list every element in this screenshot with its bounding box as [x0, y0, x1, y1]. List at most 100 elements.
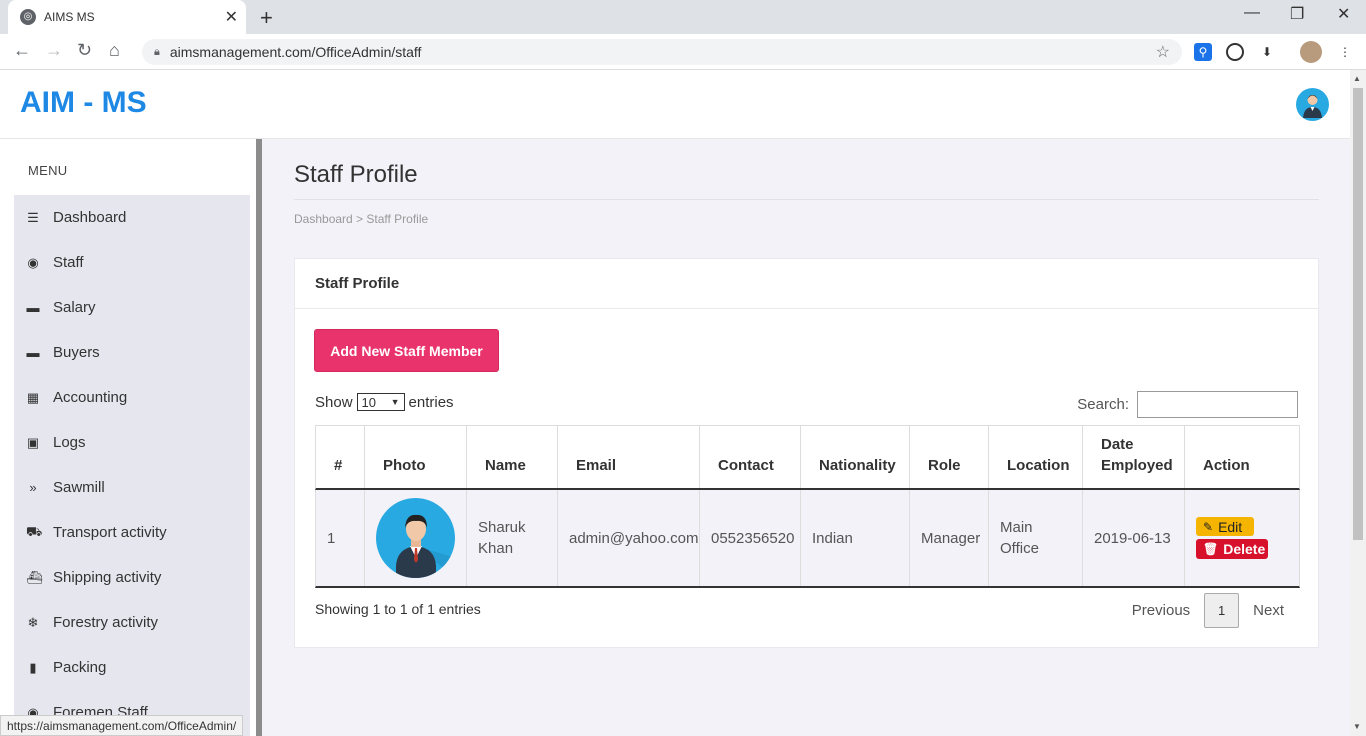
- column-header[interactable]: Photo: [365, 426, 467, 488]
- show-entries: Show 10 ▼ entries: [315, 393, 454, 411]
- scroll-down-icon[interactable]: ▼: [1353, 722, 1361, 731]
- entries-select[interactable]: 10 ▼: [356, 393, 405, 411]
- staff-photo-icon: [376, 498, 455, 578]
- sidebar-item-label: Logs: [53, 434, 86, 451]
- back-icon[interactable]: ←: [13, 40, 31, 61]
- sidebar-item-buyers[interactable]: ▬ Buyers: [14, 330, 250, 375]
- edit-button[interactable]: ✎ Edit: [1196, 517, 1254, 536]
- sidebar-item-label: Sawmill: [53, 479, 105, 496]
- table-row: 1 Sharuk Khan admin@yahoo.com 0552356520…: [315, 490, 1300, 588]
- home-icon[interactable]: ⌂: [109, 40, 120, 61]
- sidebar-item-packing[interactable]: ▮ Packing: [14, 645, 250, 690]
- delete-button[interactable]: 🗑︎ Delete: [1196, 539, 1268, 559]
- sidebar-item-forestry-activity[interactable]: ❄ Forestry activity: [14, 600, 250, 645]
- staff-card: Staff Profile Add New Staff Member Show …: [294, 258, 1319, 648]
- entries-value: 10: [361, 394, 376, 410]
- page-scrollbar[interactable]: ▲ ▼: [1350, 70, 1366, 736]
- table-info: Showing 1 to 1 of 1 entries: [315, 601, 481, 617]
- extension-icon[interactable]: [1226, 43, 1244, 61]
- card-title: Staff Profile: [295, 259, 1318, 309]
- address-bar[interactable]: 🔒︎ aimsmanagement.com/OfficeAdmin/staff …: [142, 39, 1182, 65]
- staff-table: # Photo Name Email Contact Nationality R…: [315, 425, 1300, 588]
- column-header[interactable]: Location: [989, 426, 1083, 488]
- column-header[interactable]: Action: [1185, 426, 1299, 488]
- sidebar-item-accounting[interactable]: ▦ Accounting: [14, 375, 250, 420]
- page-title: Staff Profile: [294, 161, 418, 188]
- close-tab-icon[interactable]: ✕: [225, 7, 238, 27]
- app-logo[interactable]: AIM - MS: [20, 86, 147, 120]
- photo-cell: [365, 490, 467, 586]
- calendar-icon: ▦: [26, 389, 40, 405]
- scrollbar-thumb[interactable]: [1353, 88, 1363, 540]
- entries-label: entries: [408, 393, 454, 411]
- sidebar-item-dashboard[interactable]: ☰ Dashboard: [14, 195, 250, 240]
- sidebar-item-label: Packing: [53, 659, 107, 676]
- new-tab-icon[interactable]: +: [260, 5, 273, 31]
- table-header: # Photo Name Email Contact Nationality R…: [315, 425, 1300, 490]
- bookmark-star-icon[interactable]: ☆: [1156, 42, 1170, 62]
- sidebar-item-label: Dashboard: [53, 209, 127, 226]
- status-url: https://aimsmanagement.com/OfficeAdmin/: [0, 715, 244, 736]
- sidebar-item-shipping-activity[interactable]: ⛴ Shipping activity: [14, 555, 250, 600]
- double-chevron-icon: »: [29, 480, 37, 495]
- trash-icon: 🗑︎: [1203, 542, 1219, 556]
- show-label: Show: [315, 393, 353, 411]
- ship-icon: ⛴: [26, 569, 43, 585]
- sidebar-item-transport-activity[interactable]: ⛟ Transport activity: [14, 510, 250, 555]
- sidebar-item-sawmill[interactable]: » Sawmill: [14, 465, 250, 510]
- lock-icon: 🔒︎: [154, 45, 160, 58]
- download-icon[interactable]: ⬇: [1258, 43, 1276, 61]
- previous-button[interactable]: Previous: [1118, 602, 1204, 619]
- tab-title: AIMS MS: [44, 10, 95, 24]
- column-header[interactable]: Name: [467, 426, 558, 488]
- sidebar-item-label: Salary: [53, 299, 96, 316]
- money-icon: ▬: [26, 345, 40, 360]
- next-button[interactable]: Next: [1239, 602, 1298, 619]
- sidebar-item-label: Shipping activity: [53, 569, 162, 586]
- reload-icon[interactable]: ↻: [77, 40, 92, 61]
- search-extension-icon[interactable]: ⚲: [1194, 43, 1212, 61]
- row-number: 1: [316, 490, 365, 586]
- profile-avatar-icon[interactable]: [1300, 41, 1322, 63]
- search-area: Search:: [1077, 391, 1298, 418]
- page-1-button[interactable]: 1: [1204, 593, 1240, 628]
- image-icon: ▣: [26, 434, 40, 450]
- add-staff-button[interactable]: Add New Staff Member: [314, 329, 499, 372]
- sidebar: MENU ☰ Dashboard ◉ Staff ▬ Salary ▬ Buyers ▦…: [0, 139, 256, 736]
- restore-icon[interactable]: ❐: [1290, 4, 1304, 24]
- column-header[interactable]: Contact: [700, 426, 801, 488]
- action-cell: ✎ Edit 🗑︎ Delete: [1185, 490, 1299, 586]
- menu-bars-icon: ☰: [27, 209, 39, 225]
- app-header: AIM - MS: [0, 70, 1350, 139]
- column-header[interactable]: Role: [910, 426, 989, 488]
- forward-icon[interactable]: →: [45, 40, 63, 61]
- main-content: Staff Profile Dashboard > Staff Profile …: [262, 139, 1350, 736]
- edit-icon: ✎: [1203, 519, 1214, 534]
- browser-tab[interactable]: ◎ AIMS MS ✕: [8, 0, 246, 34]
- staff-role: Manager: [910, 490, 989, 586]
- sidebar-item-staff[interactable]: ◉ Staff: [14, 240, 250, 285]
- sidebar-item-logs[interactable]: ▣ Logs: [14, 420, 250, 465]
- sidebar-menu: ☰ Dashboard ◉ Staff ▬ Salary ▬ Buyers ▦ Accou…: [14, 195, 250, 736]
- breadcrumb[interactable]: Dashboard > Staff Profile: [294, 212, 428, 226]
- scroll-up-icon[interactable]: ▲: [1353, 74, 1361, 83]
- staff-location: Main Office: [989, 490, 1083, 586]
- minimize-icon[interactable]: —: [1244, 4, 1260, 22]
- column-header[interactable]: Email: [558, 426, 700, 488]
- sidebar-item-label: Transport activity: [53, 524, 167, 541]
- menu-dots-icon[interactable]: ⋮: [1336, 43, 1354, 61]
- sidebar-item-label: Accounting: [53, 389, 128, 406]
- column-header[interactable]: #: [316, 426, 365, 488]
- staff-date-employed: 2019-06-13: [1083, 490, 1185, 586]
- search-label: Search:: [1077, 396, 1129, 413]
- menu-heading: MENU: [28, 163, 68, 178]
- title-divider: [294, 199, 1319, 200]
- caret-down-icon: ▼: [390, 397, 400, 407]
- search-input[interactable]: [1137, 391, 1298, 418]
- column-header[interactable]: Nationality: [801, 426, 910, 488]
- column-header[interactable]: Date Employed: [1083, 426, 1185, 488]
- close-window-icon[interactable]: ✕: [1337, 4, 1350, 24]
- sidebar-item-salary[interactable]: ▬ Salary: [14, 285, 250, 330]
- browser-tab-bar: ◎ AIMS MS ✕ + — ❐ ✕: [0, 0, 1366, 34]
- user-avatar-icon[interactable]: [1296, 88, 1329, 121]
